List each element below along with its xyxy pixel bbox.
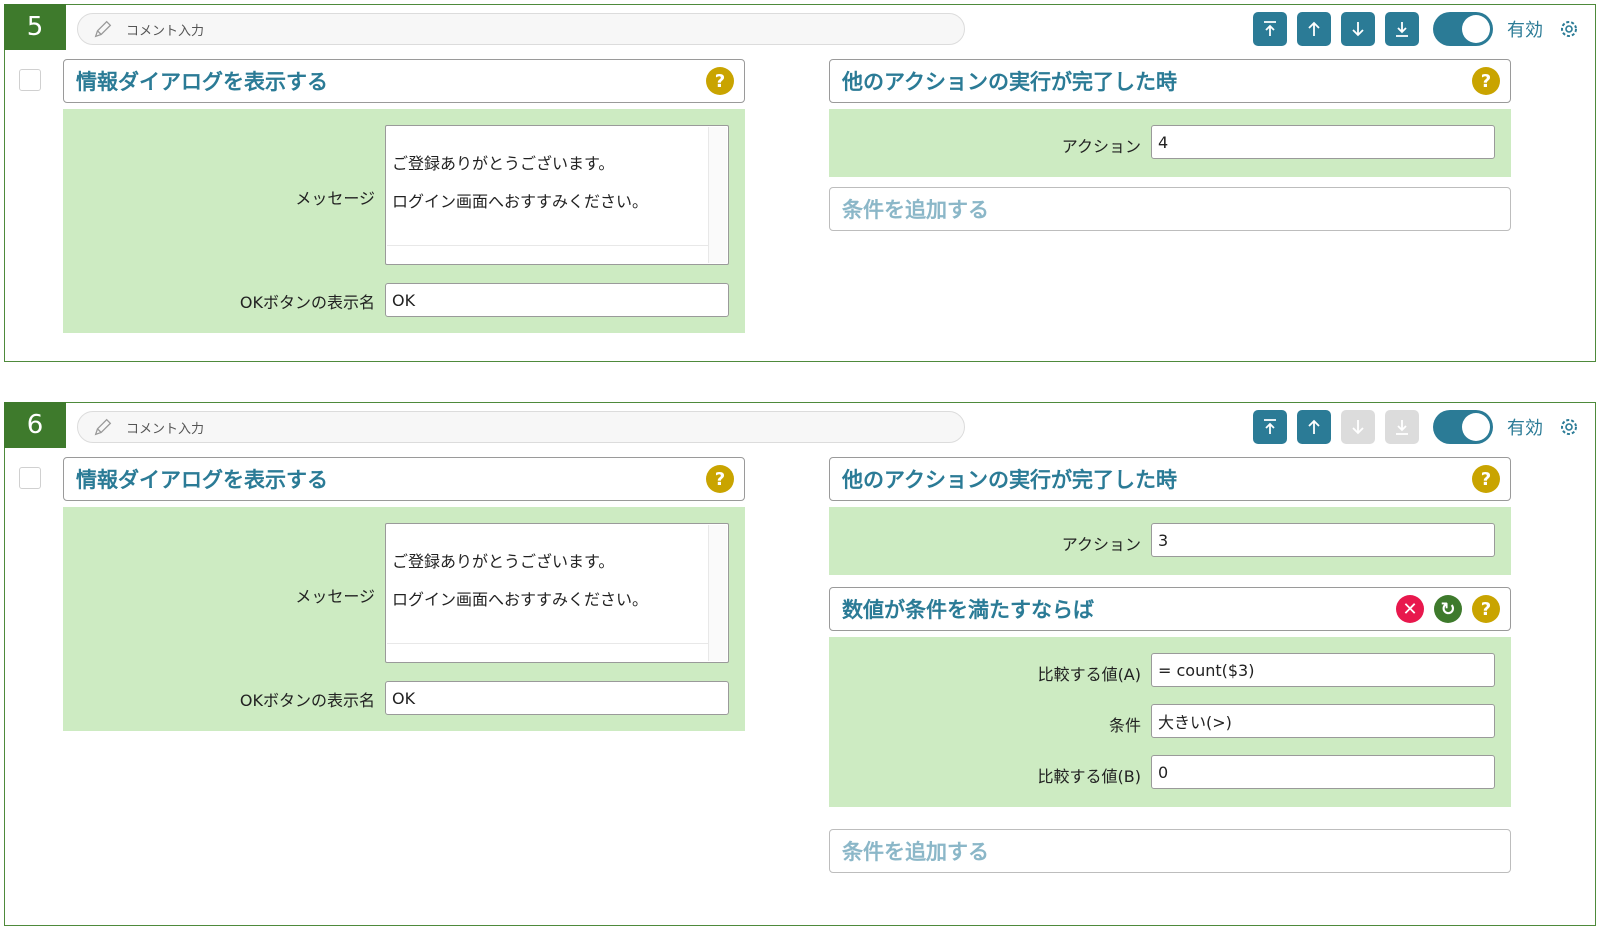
- operator-label: 条件: [1108, 716, 1141, 735]
- help-icon[interactable]: ?: [1472, 595, 1500, 623]
- ok-button-label: OKボタンの表示名: [239, 293, 375, 312]
- move-up-button[interactable]: [1297, 12, 1331, 46]
- help-icon[interactable]: ?: [1472, 465, 1500, 493]
- textarea-scrollbar[interactable]: [708, 127, 727, 263]
- help-icon[interactable]: ?: [706, 67, 734, 95]
- refresh-icon[interactable]: ↻: [1434, 595, 1462, 623]
- row-toolbar: 有効: [1243, 11, 1581, 47]
- action-title: 情報ダイアログを表示する: [76, 468, 328, 492]
- pencil-icon: [94, 20, 112, 38]
- status-label: 有効: [1507, 418, 1543, 439]
- toggle-knob: [1462, 413, 1490, 441]
- textarea-divider: [387, 643, 708, 644]
- move-top-button[interactable]: [1253, 410, 1287, 444]
- row-select-checkbox[interactable]: [19, 467, 41, 489]
- row-number: 6: [4, 402, 66, 448]
- trigger-title: 他のアクションの実行が完了した時: [842, 70, 1177, 94]
- row-toolbar: 有効: [1243, 409, 1581, 445]
- condition-header: 数値が条件を満たすならば ✕ ↻ ?: [829, 587, 1511, 631]
- action-number-label: アクション: [1061, 535, 1141, 554]
- move-up-icon: [1308, 419, 1320, 434]
- move-bottom-icon: [1396, 22, 1408, 37]
- compare-a-label: 比較する値(A): [1037, 665, 1141, 684]
- move-up-icon: [1308, 21, 1320, 36]
- comment-input[interactable]: コメント入力: [77, 411, 965, 443]
- move-top-button[interactable]: [1253, 12, 1287, 46]
- message-label: メッセージ: [295, 587, 375, 606]
- ok-button-name-input[interactable]: OK: [385, 681, 729, 715]
- move-down-icon: [1352, 22, 1364, 37]
- trigger-title: 他のアクションの実行が完了した時: [842, 468, 1177, 492]
- ok-button-name-input[interactable]: OK: [385, 283, 729, 317]
- gear-icon[interactable]: [1557, 17, 1581, 41]
- move-top-icon: [1264, 419, 1276, 434]
- add-condition-label: 条件を追加する: [842, 840, 989, 864]
- compare-b-label: 比較する値(B): [1037, 767, 1141, 786]
- compare-a-input[interactable]: = count($3): [1151, 653, 1495, 687]
- row-number: 5: [4, 4, 66, 50]
- status-label: 有効: [1507, 20, 1543, 41]
- ok-button-label: OKボタンの表示名: [239, 691, 375, 710]
- action-number-input[interactable]: 4: [1151, 125, 1495, 159]
- move-top-icon: [1264, 21, 1276, 36]
- action-header: 情報ダイアログを表示する ?: [63, 59, 745, 103]
- move-down-icon: [1352, 420, 1364, 435]
- move-bottom-button-disabled: [1385, 410, 1419, 444]
- message-line-2: ログイン画面へおすすみください。: [392, 590, 649, 609]
- help-icon[interactable]: ?: [706, 465, 734, 493]
- action-row-6: 6 コメント入力 有効 情報ダイアログを表示する ? メッセージ ご登録ありがと…: [4, 402, 1596, 926]
- delete-icon[interactable]: ✕: [1396, 595, 1424, 623]
- row-select-checkbox[interactable]: [19, 69, 41, 91]
- action-settings-panel: メッセージ ご登録ありがとうございます。 ログイン画面へおすすみください。 OK…: [63, 109, 745, 333]
- move-bottom-icon: [1396, 420, 1408, 435]
- message-line-1: ご登録ありがとうございます。: [392, 154, 615, 173]
- trigger-header: 他のアクションの実行が完了した時 ?: [829, 59, 1511, 103]
- textarea-scrollbar[interactable]: [708, 525, 727, 661]
- action-number-label: アクション: [1061, 137, 1141, 156]
- action-title: 情報ダイアログを表示する: [76, 70, 328, 94]
- move-up-button[interactable]: [1297, 410, 1331, 444]
- action-row-5: 5 コメント入力 有効 情報ダイアログを表示する ? メッセージ ご登録ありがと…: [4, 4, 1596, 362]
- trigger-header: 他のアクションの実行が完了した時 ?: [829, 457, 1511, 501]
- gear-icon[interactable]: [1557, 415, 1581, 439]
- message-label: メッセージ: [295, 189, 375, 208]
- comment-input[interactable]: コメント入力: [77, 13, 965, 45]
- enable-toggle[interactable]: [1433, 12, 1493, 46]
- toggle-knob: [1462, 15, 1490, 43]
- message-line-1: ご登録ありがとうございます。: [392, 552, 615, 571]
- message-textarea[interactable]: ご登録ありがとうございます。 ログイン画面へおすすみください。: [385, 125, 729, 265]
- trigger-settings-panel: アクション 4: [829, 109, 1511, 177]
- help-icon[interactable]: ?: [1472, 67, 1500, 95]
- add-condition-label: 条件を追加する: [842, 198, 989, 222]
- action-settings-panel: メッセージ ご登録ありがとうございます。 ログイン画面へおすすみください。 OK…: [63, 507, 745, 731]
- compare-b-input[interactable]: 0: [1151, 755, 1495, 789]
- action-number-input[interactable]: 3: [1151, 523, 1495, 557]
- action-header: 情報ダイアログを表示する ?: [63, 457, 745, 501]
- trigger-settings-panel: アクション 3: [829, 507, 1511, 575]
- move-down-button-disabled: [1341, 410, 1375, 444]
- message-textarea[interactable]: ご登録ありがとうございます。 ログイン画面へおすすみください。: [385, 523, 729, 663]
- message-line-2: ログイン画面へおすすみください。: [392, 192, 649, 211]
- textarea-divider: [387, 245, 708, 246]
- comment-placeholder: コメント入力: [126, 421, 205, 437]
- condition-settings-panel: 比較する値(A) = count($3) 条件 大きい(>) 比較する値(B) …: [829, 637, 1511, 807]
- add-condition-button[interactable]: 条件を追加する: [829, 187, 1511, 231]
- comment-placeholder: コメント入力: [126, 23, 205, 39]
- operator-select[interactable]: 大きい(>): [1151, 704, 1495, 738]
- move-down-button[interactable]: [1341, 12, 1375, 46]
- add-condition-button[interactable]: 条件を追加する: [829, 829, 1511, 873]
- enable-toggle[interactable]: [1433, 410, 1493, 444]
- pencil-icon: [94, 418, 112, 436]
- move-bottom-button[interactable]: [1385, 12, 1419, 46]
- condition-title: 数値が条件を満たすならば: [842, 598, 1094, 622]
